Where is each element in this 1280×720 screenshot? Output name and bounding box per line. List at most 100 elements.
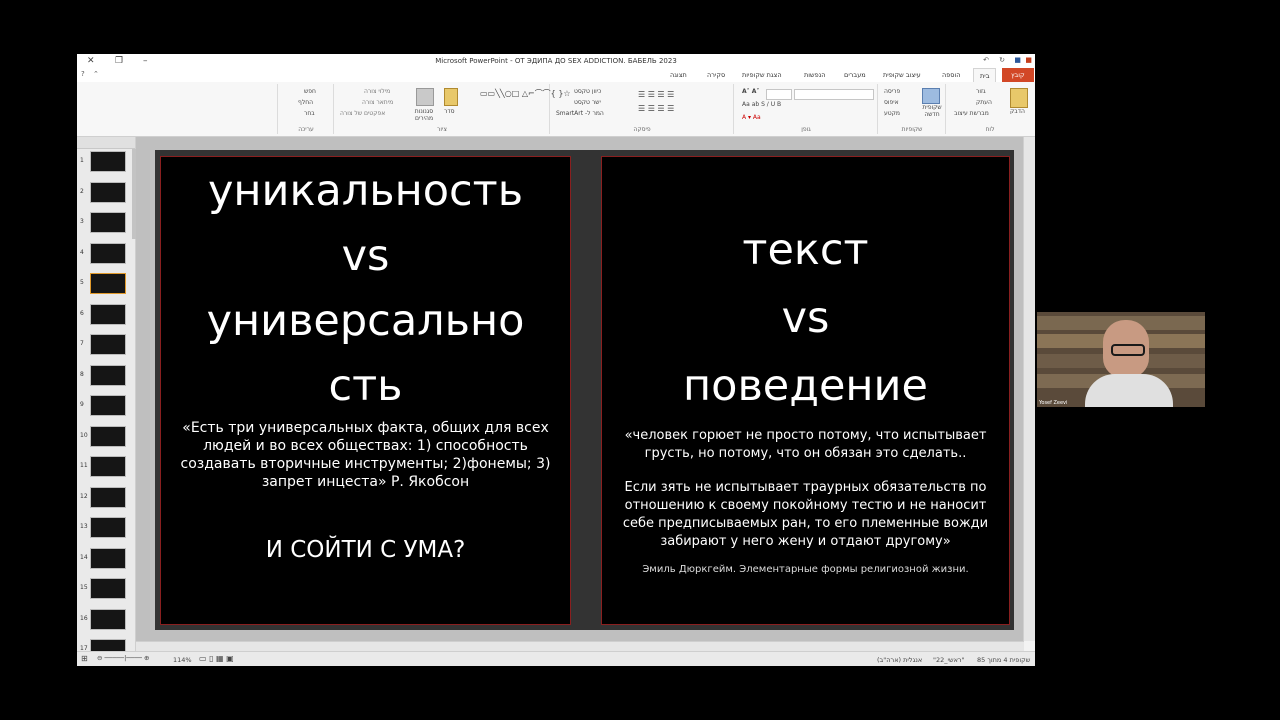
- slide-thumbnail[interactable]: [90, 151, 126, 172]
- select-button[interactable]: בחר: [304, 110, 315, 117]
- right-source: Эмиль Дюркгейм. Элементарные формы религ…: [642, 564, 969, 575]
- reset-button[interactable]: איפוס: [884, 99, 899, 106]
- slide-edit-area: уникальность vs универсально сть «Есть т…: [136, 137, 1024, 641]
- ribbon-collapse-icon[interactable]: ⌃: [93, 70, 99, 78]
- shape-outline-button[interactable]: מיתאר צורה: [362, 99, 393, 106]
- thumbnail-number: 15: [80, 584, 88, 591]
- fit-window-icon[interactable]: ⊞: [81, 654, 88, 663]
- arrange-icon[interactable]: [444, 88, 458, 106]
- font-name-field[interactable]: [794, 89, 874, 100]
- tab-insert[interactable]: הוספה: [942, 71, 961, 79]
- left-question: И СОЙТИ С УМА?: [265, 537, 466, 563]
- title-bar: ✕ ❐ – Microsoft PowerPoint - ОТ ЭДИПА ДО…: [77, 54, 1035, 68]
- font-grow-icon[interactable]: A˄ A˅: [742, 88, 759, 95]
- save-icon[interactable]: ■: [1014, 56, 1021, 64]
- slide-thumbnail[interactable]: [90, 334, 126, 355]
- status-bar: ⊞ ⊖ ─────|──── ⊕ 114% ▭ ▯ ▦ ▣ אנגלית (אר…: [77, 651, 1035, 666]
- language-status: אנגלית (ארה"ב): [877, 656, 923, 664]
- right-heading-line-3: поведение: [683, 361, 928, 411]
- shapes-gallery-icon[interactable]: ▭▭╲╲○□ △⌐⌒⌒{ }☆: [480, 88, 571, 99]
- slide-thumbnail[interactable]: [90, 364, 126, 386]
- quick-styles-icon[interactable]: [416, 88, 434, 106]
- tab-view[interactable]: תצוגה: [670, 71, 687, 79]
- list-icons[interactable]: ☰ ☰ ☰ ☰: [638, 90, 674, 99]
- slide-thumbnail[interactable]: [90, 303, 126, 325]
- thumbnail-number: 16: [80, 614, 88, 622]
- left-heading-line-3: универсально: [206, 296, 525, 346]
- slide-thumbnail[interactable]: [90, 547, 126, 569]
- group-drawing: ▭▭╲╲○□ △⌐⌒⌒{ }☆ סדר סגנונות מהירים מילוי…: [333, 84, 571, 134]
- thumbnail-number: 8: [80, 370, 84, 378]
- tab-review[interactable]: סקירה: [707, 71, 725, 79]
- left-panel: уникальность vs универсально сть «Есть т…: [160, 156, 571, 625]
- align-text-button[interactable]: ישר טקסט: [574, 99, 601, 106]
- shape-fill-button[interactable]: מילוי צורה: [364, 88, 390, 95]
- slide-thumbnail[interactable]: [90, 486, 126, 508]
- slide-thumbnail[interactable]: [90, 395, 126, 416]
- tab-slideshow[interactable]: הצגת שקופיות: [742, 71, 782, 79]
- section-button[interactable]: מקטע: [884, 110, 900, 117]
- group-label: גופן: [801, 126, 811, 133]
- tab-transitions[interactable]: מעברים: [844, 71, 866, 79]
- slide-thumbnail[interactable]: [90, 608, 126, 630]
- zoom-slider[interactable]: ⊖ ─────|──── ⊕: [97, 654, 149, 662]
- view-buttons-icon[interactable]: ▭ ▯ ▦ ▣: [199, 654, 234, 663]
- text-direction-button[interactable]: כיוון טקסט: [574, 88, 601, 95]
- zoom-level[interactable]: 114%: [173, 656, 192, 664]
- find-button[interactable]: חפש: [304, 88, 316, 95]
- new-slide-button[interactable]: שקופית חדשה: [920, 104, 944, 118]
- slide-thumbnail[interactable]: [90, 578, 126, 599]
- font-color-icon[interactable]: A ▾ Aa: [742, 114, 761, 121]
- paste-icon[interactable]: [1010, 88, 1028, 108]
- vertical-scrollbar[interactable]: [1023, 137, 1035, 641]
- tab-home[interactable]: בית: [973, 68, 997, 83]
- right-heading-line-1: текст: [742, 225, 869, 275]
- left-heading-line-4: сть: [328, 361, 403, 411]
- slide-thumbnail[interactable]: [90, 242, 126, 264]
- tab-animations[interactable]: הנפשות: [804, 71, 826, 79]
- redo-icon[interactable]: ↻: [999, 56, 1005, 64]
- slide-thumbnail[interactable]: [90, 273, 126, 294]
- format-painter-button[interactable]: מברשת עיצוב: [954, 110, 989, 117]
- thumbnail-number: 13: [80, 523, 88, 530]
- thumbnail-number: 4: [80, 248, 84, 256]
- slide-thumbnail[interactable]: [90, 456, 126, 477]
- right-quote-2: Если зять не испытывает траурных обязате…: [622, 480, 989, 549]
- group-clipboard: הדבק גזור העתק מברשת עיצוב לוח: [945, 84, 1034, 134]
- shape-effects-button[interactable]: אפקטים של צורה: [340, 110, 385, 117]
- group-paragraph: כיוון טקסט ישר טקסט SmartArt -המר ל ☰ ☰ …: [549, 84, 734, 134]
- replace-button[interactable]: החלף: [298, 99, 313, 106]
- group-label: עריכה: [298, 126, 314, 133]
- group-label: ציור: [437, 126, 447, 133]
- slide-thumbnail[interactable]: [90, 212, 126, 233]
- help-icon[interactable]: ?: [81, 70, 85, 78]
- quick-styles-button[interactable]: סגנונות מהירים: [408, 108, 440, 122]
- tab-design[interactable]: עיצוב שקופית: [883, 71, 921, 79]
- group-label: שקופיות: [901, 126, 923, 133]
- thumbnail-number: 7: [80, 340, 84, 347]
- arrange-button[interactable]: סדר: [444, 108, 455, 115]
- cut-button[interactable]: גזור: [976, 88, 986, 95]
- align-icons[interactable]: ☰ ☰ ☰ ☰: [638, 104, 674, 113]
- ribbon: הדבק גזור העתק מברשת עיצוב לוח שקופית חד…: [77, 82, 1035, 137]
- slide-thumbnail[interactable]: [90, 425, 126, 447]
- new-slide-icon[interactable]: [922, 88, 940, 104]
- smartart-button[interactable]: SmartArt -המר ל: [556, 110, 604, 117]
- thumbnail-number: 12: [80, 492, 88, 500]
- font-format-icons[interactable]: Aa ab S ∕ U B: [742, 101, 781, 108]
- undo-icon[interactable]: ↶: [983, 56, 989, 64]
- slide-thumbnails-pane: 123456789101112131415161718: [77, 137, 136, 660]
- copy-button[interactable]: העתק: [976, 99, 992, 106]
- left-quote: «Есть три универсальных факта, общих для…: [180, 420, 551, 490]
- right-heading-line-2: vs: [781, 293, 830, 343]
- presenter-body: [1085, 374, 1173, 407]
- thumbnail-number: 2: [80, 187, 84, 195]
- paste-button[interactable]: הדבק: [1010, 108, 1025, 115]
- font-size-field[interactable]: [766, 89, 792, 100]
- group-slides: שקופית חדשה פריסה איפוס מקטע שקופיות: [877, 84, 946, 134]
- layout-button[interactable]: פריסה: [884, 88, 900, 95]
- ribbon-tabs: ? ⌃ תצוגה סקירה הצגת שקופיות הנפשות מעבר…: [77, 68, 1035, 83]
- slide-thumbnail[interactable]: [90, 517, 126, 538]
- slide-thumbnail[interactable]: [90, 181, 126, 203]
- tab-file[interactable]: קובץ: [1002, 68, 1034, 82]
